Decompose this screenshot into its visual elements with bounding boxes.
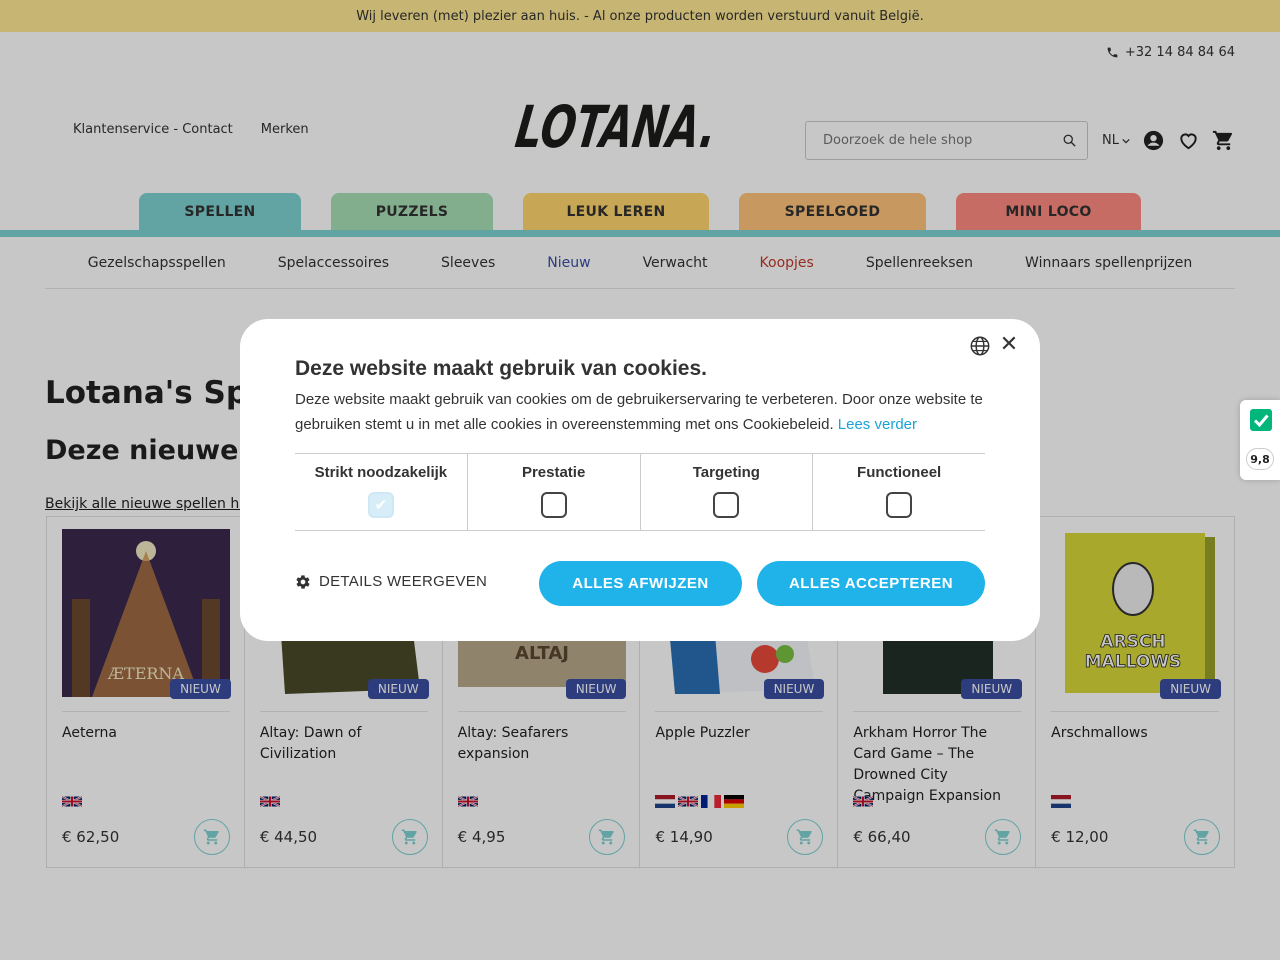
rating-score: 9,8: [1246, 448, 1274, 470]
cookie-category-label: Targeting: [692, 464, 760, 481]
details-toggle[interactable]: DETAILS WEERGEVEN: [295, 573, 487, 590]
checkmark-icon: [1250, 409, 1272, 431]
cookie-category-label: Functioneel: [857, 464, 942, 481]
cookie-consent-modal: ✕ Deze website maakt gebruik van cookies…: [240, 319, 1040, 641]
close-icon[interactable]: ✕: [998, 333, 1020, 355]
cookie-categories: Strikt noodzakelijk ✔ Prestatie Targeting Fu…: [295, 453, 985, 531]
cookie-category-checkbox[interactable]: [886, 492, 913, 518]
cookie-title: Deze website maakt gebruik van cookies.: [295, 357, 708, 380]
cookie-category: Strikt noodzakelijk ✔: [295, 454, 468, 530]
cookie-category: Targeting: [641, 454, 814, 530]
rating-widget[interactable]: 9,8: [1240, 400, 1280, 480]
cookie-category-checkbox[interactable]: [713, 492, 740, 518]
cookie-category-checkbox: ✔: [367, 492, 394, 518]
gear-icon: [296, 574, 310, 589]
accept-all-button[interactable]: ALLES ACCEPTEREN: [757, 561, 985, 606]
read-more-link[interactable]: Lees verder: [838, 416, 917, 433]
globe-icon[interactable]: [969, 335, 991, 357]
cookie-category-label: Prestatie: [521, 464, 586, 481]
cookie-text: Deze website maakt gebruik van cookies o…: [295, 387, 995, 437]
cookie-category-checkbox[interactable]: [540, 492, 567, 518]
cookie-category: Functioneel: [813, 454, 985, 530]
cookie-category: Prestatie: [468, 454, 641, 530]
reject-all-button[interactable]: ALLES AFWIJZEN: [539, 561, 742, 606]
cookie-category-label: Strikt noodzakelijk: [314, 464, 448, 481]
details-label: DETAILS WEERGEVEN: [319, 573, 488, 590]
